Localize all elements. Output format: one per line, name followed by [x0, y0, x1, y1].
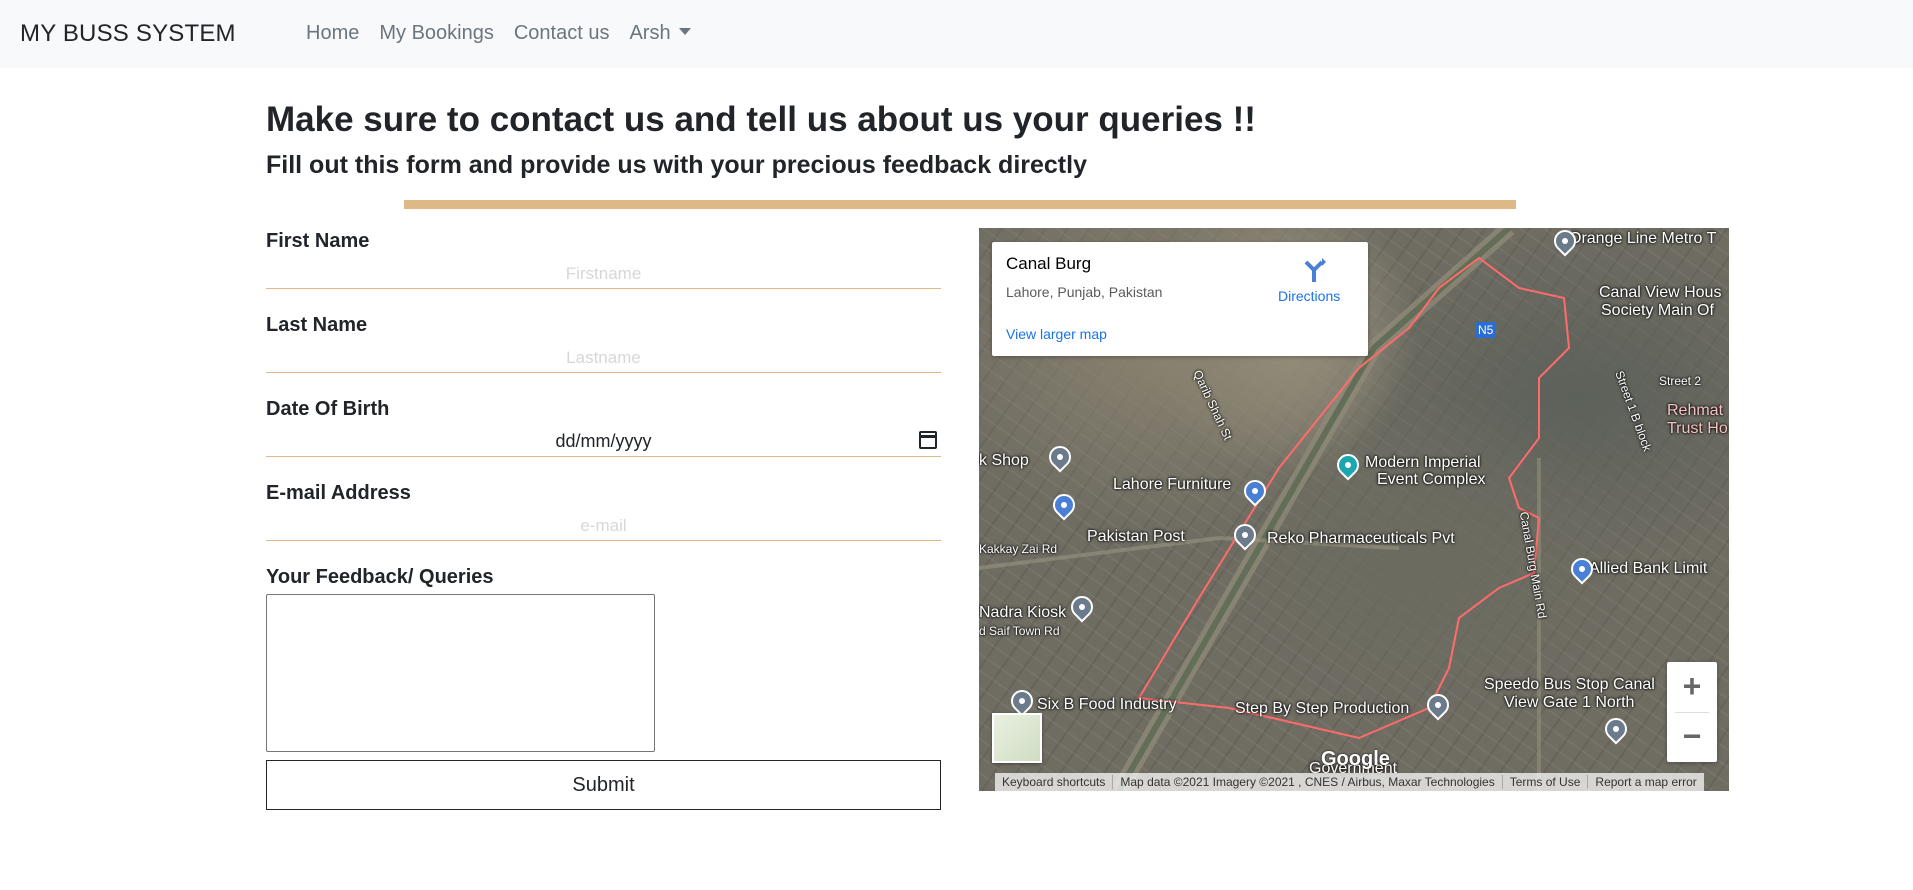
- user-menu-dropdown[interactable]: Arsh: [629, 22, 691, 45]
- page-subtitle: Fill out this form and provide us with y…: [266, 151, 1087, 179]
- nav-links: Home My Bookings Contact us Arsh: [306, 22, 691, 45]
- dob-input[interactable]: dd/mm/yyyy: [266, 427, 941, 457]
- user-menu-label: Arsh: [629, 22, 671, 44]
- map-label-street-2: Street 2: [1659, 374, 1702, 388]
- map-label-rehmat: Rehmat: [1667, 402, 1724, 419]
- map-layer-toggle[interactable]: [992, 713, 1042, 763]
- email-label: E-mail Address: [266, 482, 411, 504]
- map-label-reko: Reko Pharmaceuticals Pvt: [1267, 530, 1455, 547]
- zoom-out-button[interactable]: −: [1667, 712, 1717, 762]
- map-label-k-shop: k Shop: [979, 452, 1029, 469]
- caret-down-icon: [678, 28, 691, 35]
- map-label-lahore-furniture: Lahore Furniture: [1113, 476, 1232, 493]
- zoom-controls: + −: [1667, 662, 1717, 762]
- last-name-field: Last Name: [266, 314, 941, 398]
- feedback-form: First Name Last Name Date Of Birth dd/mm…: [266, 230, 941, 810]
- map-label-view-gate: View Gate 1 North: [1504, 694, 1635, 711]
- map-label-canal-view-2: Society Main Of: [1601, 302, 1714, 319]
- dob-label: Date Of Birth: [266, 398, 390, 420]
- email-field: E-mail Address: [266, 482, 941, 566]
- map-label-modern-imperial: Modern Imperial: [1365, 454, 1481, 471]
- nav-home[interactable]: Home: [306, 22, 359, 45]
- zoom-in-button[interactable]: +: [1667, 662, 1717, 712]
- page-title: Make sure to contact us and tell us abou…: [266, 100, 1256, 139]
- highway-n5-badge: N5: [1475, 322, 1497, 338]
- map-label-allied-bank: Allied Bank Limit: [1589, 560, 1708, 577]
- place-title: Canal Burg: [1006, 254, 1092, 273]
- terms-of-use-link[interactable]: Terms of Use: [1501, 775, 1588, 789]
- dob-field: Date Of Birth dd/mm/yyyy: [266, 398, 941, 482]
- directions-icon[interactable]: [1302, 256, 1326, 282]
- map-label-saif-town: d Saif Town Rd: [979, 624, 1060, 638]
- map-label-kakkay-zai: Kakkay Zai Rd: [979, 542, 1058, 556]
- keyboard-shortcuts-link[interactable]: Keyboard shortcuts: [995, 775, 1112, 789]
- map-label-event-complex: Event Complex: [1377, 471, 1486, 488]
- email-input[interactable]: [266, 511, 941, 541]
- last-name-label: Last Name: [266, 314, 368, 336]
- map-label-six-b: Six B Food Industry: [1037, 696, 1177, 713]
- place-address: Lahore, Punjab, Pakistan: [1006, 284, 1163, 300]
- dob-value: dd/mm/yyyy: [555, 431, 652, 451]
- map-label-trust: Trust Ho: [1667, 420, 1728, 437]
- navbar: MY BUSS SYSTEM Home My Bookings Contact …: [0, 0, 1913, 68]
- directions-link[interactable]: Directions: [1278, 288, 1340, 304]
- embedded-map[interactable]: Orange Line Metro T Canal View Hous Soci…: [979, 228, 1729, 791]
- last-name-input[interactable]: [266, 343, 941, 373]
- map-label-speedo: Speedo Bus Stop Canal: [1484, 676, 1655, 693]
- nav-contact-us[interactable]: Contact us: [514, 22, 610, 45]
- first-name-input[interactable]: [266, 259, 941, 289]
- map-label-pakistan-post: Pakistan Post: [1087, 528, 1185, 545]
- view-larger-map-link[interactable]: View larger map: [1006, 326, 1107, 342]
- google-logo: Google: [1321, 748, 1390, 770]
- map-info-card: Canal Burg Lahore, Punjab, Pakistan View…: [992, 242, 1368, 356]
- first-name-label: First Name: [266, 230, 370, 252]
- submit-button[interactable]: Submit: [266, 760, 941, 810]
- feedback-textarea[interactable]: [266, 594, 655, 752]
- map-label-step-by-step: Step By Step Production: [1235, 700, 1410, 717]
- nav-my-bookings[interactable]: My Bookings: [379, 22, 494, 45]
- map-label-canal-view: Canal View Hous: [1599, 284, 1722, 301]
- feedback-label: Your Feedback/ Queries: [266, 566, 494, 588]
- map-data-text: Map data ©2021 Imagery ©2021 , CNES / Ai…: [1112, 775, 1501, 789]
- calendar-icon[interactable]: [919, 431, 937, 449]
- map-label-orange-line: Orange Line Metro T: [1569, 230, 1717, 247]
- brand-link[interactable]: MY BUSS SYSTEM: [20, 20, 236, 48]
- first-name-field: First Name: [266, 230, 941, 314]
- map-attribution-bar: Keyboard shortcuts Map data ©2021 Imager…: [995, 773, 1704, 791]
- divider-rule: [404, 200, 1516, 209]
- report-map-error-link[interactable]: Report a map error: [1587, 775, 1703, 789]
- map-label-nadra: Nadra Kiosk: [979, 604, 1067, 621]
